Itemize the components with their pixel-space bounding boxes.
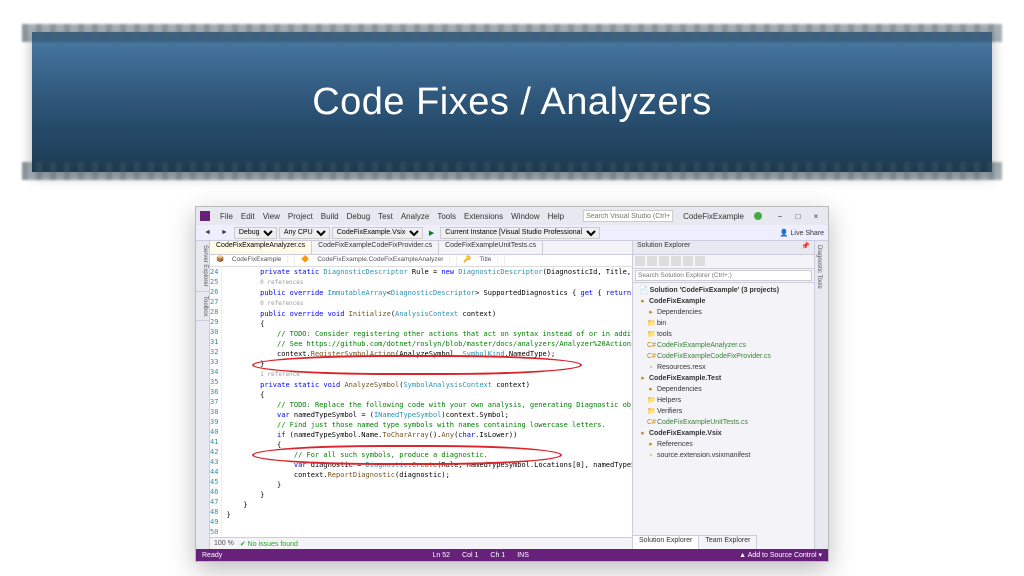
right-tool-tabs: Diagnostic Tools	[814, 241, 828, 549]
nav-class[interactable]: 🔶 CodeFixExample.CodeFixExampleAnalyzer	[295, 255, 457, 266]
tree-node[interactable]: ▫ Resources.resx	[635, 362, 812, 373]
config-dropdown[interactable]: Debug	[234, 227, 277, 239]
solexp-tab[interactable]: Solution Explorer	[633, 535, 699, 549]
editor-column: CodeFixExampleAnalyzer.csCodeFixExampleC…	[210, 241, 632, 549]
menu-analyze[interactable]: Analyze	[397, 212, 433, 221]
visual-studio-window: FileEditViewProjectBuildDebugTestAnalyze…	[195, 206, 829, 562]
solexp-title: Solution Explorer	[637, 242, 690, 253]
status-ch: Ch 1	[490, 552, 505, 559]
solexp-header: Solution Explorer 📌	[633, 241, 814, 255]
titlebar: FileEditViewProjectBuildDebugTestAnalyze…	[196, 207, 828, 225]
tree-node[interactable]: 📁 Helpers	[635, 395, 812, 406]
tree-node[interactable]: ▸ CodeFixExample.Test	[635, 373, 812, 384]
start-button[interactable]: ▶	[425, 228, 438, 238]
solexp-toolbar	[633, 255, 814, 269]
status-col: Col 1	[462, 552, 478, 559]
menu-project[interactable]: Project	[284, 212, 317, 221]
maximize-button[interactable]: □	[790, 212, 806, 221]
instance-dropdown[interactable]: Current Instance [Visual Studio Professi…	[440, 227, 600, 239]
slide-title: Code Fixes / Analyzers	[312, 81, 712, 124]
error-bar: 100 % ✔ No issues found	[210, 537, 632, 549]
nav-back-icon[interactable]: ◄	[200, 228, 215, 237]
solexp-refresh-icon[interactable]	[647, 256, 657, 266]
line-gutter: 2425262728293031323334353637383940414243…	[210, 267, 222, 537]
solexp-bottom-tabs: Solution ExplorerTeam Explorer	[633, 535, 814, 549]
menubar: FileEditViewProjectBuildDebugTestAnalyze…	[216, 212, 568, 221]
tool-tab-server-explorer[interactable]: Server Explorer	[196, 241, 209, 292]
menu-help[interactable]: Help	[544, 212, 568, 221]
menu-debug[interactable]: Debug	[343, 212, 375, 221]
main-toolbar: ◄ ► Debug Any CPU CodeFixExample.Vsix ▶ …	[196, 225, 828, 241]
solexp-pin-icon[interactable]: 📌	[801, 242, 810, 253]
solexp-collapse-icon[interactable]	[659, 256, 669, 266]
tree-node[interactable]: C# CodeFixExampleCodeFixProvider.cs	[635, 351, 812, 362]
navigation-bar: 📦 CodeFixExample 🔶 CodeFixExample.CodeFi…	[210, 255, 632, 267]
doc-tab[interactable]: CodeFixExampleUnitTests.cs	[439, 241, 543, 254]
status-bar: Ready Ln 52 Col 1 Ch 1 INS ▲ Add to Sour…	[196, 549, 828, 561]
tool-tab-toolbox[interactable]: Toolbox	[196, 292, 209, 322]
menu-test[interactable]: Test	[374, 212, 397, 221]
menu-view[interactable]: View	[259, 212, 284, 221]
left-tool-tabs: Server ExplorerToolbox	[196, 241, 210, 549]
code-editor[interactable]: 2425262728293031323334353637383940414243…	[210, 267, 632, 537]
solution-name-label: CodeFixExample	[683, 212, 744, 221]
search-vs-input[interactable]	[583, 210, 673, 222]
nav-fwd-icon[interactable]: ►	[217, 228, 232, 237]
solexp-home-icon[interactable]	[635, 256, 645, 266]
tree-node[interactable]: ▸ CodeFixExample.Vsix	[635, 428, 812, 439]
solexp-preview-icon[interactable]	[695, 256, 705, 266]
zoom-level[interactable]: 100 %	[214, 540, 234, 547]
close-button[interactable]: ×	[808, 212, 824, 221]
tree-node[interactable]: ▸ References	[635, 439, 812, 450]
slide-title-banner: Code Fixes / Analyzers	[32, 32, 992, 172]
solexp-search-input[interactable]	[635, 270, 812, 281]
source-control-button[interactable]: ▲ Add to Source Control ▾	[739, 551, 822, 559]
doc-tab[interactable]: CodeFixExampleAnalyzer.cs	[210, 241, 312, 254]
solexp-search	[633, 269, 814, 283]
menu-file[interactable]: File	[216, 212, 237, 221]
menu-tools[interactable]: Tools	[433, 212, 460, 221]
document-tabs: CodeFixExampleAnalyzer.csCodeFixExampleC…	[210, 241, 632, 255]
nav-member[interactable]: 🔑 Title	[457, 255, 505, 266]
issues-status[interactable]: ✔ No issues found	[240, 540, 298, 548]
solution-tree[interactable]: 📄 Solution 'CodeFixExample' (3 projects)…	[633, 283, 814, 535]
code-content[interactable]: private static DiagnosticDescriptor Rule…	[222, 267, 632, 537]
status-line: Ln 52	[433, 552, 451, 559]
window-buttons: − □ ×	[772, 212, 824, 221]
startup-dropdown[interactable]: CodeFixExample.Vsix	[332, 227, 423, 239]
status-ready: Ready	[202, 552, 222, 559]
tree-node[interactable]: ▸ Dependencies	[635, 384, 812, 395]
solexp-props-icon[interactable]	[683, 256, 693, 266]
menu-window[interactable]: Window	[507, 212, 543, 221]
minimize-button[interactable]: −	[772, 212, 788, 221]
tree-node[interactable]: 📁 tools	[635, 329, 812, 340]
solution-explorer: Solution Explorer 📌 📄 Solution 'CodeFixE…	[632, 241, 814, 549]
tree-node[interactable]: ▸ Dependencies	[635, 307, 812, 318]
tree-node[interactable]: 📁 Verifiers	[635, 406, 812, 417]
tree-node[interactable]: 📁 bin	[635, 318, 812, 329]
status-ins: INS	[517, 552, 529, 559]
tree-node[interactable]: C# CodeFixExampleAnalyzer.cs	[635, 340, 812, 351]
vs-logo-icon	[200, 211, 210, 221]
doc-tab[interactable]: CodeFixExampleCodeFixProvider.cs	[312, 241, 439, 254]
tree-node[interactable]: ▫ source.extension.vsixmanifest	[635, 450, 812, 461]
tree-node[interactable]: C# CodeFixExampleUnitTests.cs	[635, 417, 812, 428]
liveshare-button[interactable]: 👤 Live Share	[780, 229, 824, 237]
menu-build[interactable]: Build	[317, 212, 343, 221]
tree-node[interactable]: ▸ CodeFixExample	[635, 296, 812, 307]
nav-project[interactable]: 📦 CodeFixExample	[210, 255, 295, 266]
platform-dropdown[interactable]: Any CPU	[279, 227, 330, 239]
solexp-showall-icon[interactable]	[671, 256, 681, 266]
solexp-tab[interactable]: Team Explorer	[699, 535, 757, 549]
menu-edit[interactable]: Edit	[237, 212, 259, 221]
tool-tab-diagnostic-tools[interactable]: Diagnostic Tools	[815, 241, 823, 293]
menu-extensions[interactable]: Extensions	[460, 212, 507, 221]
solution-node[interactable]: 📄 Solution 'CodeFixExample' (3 projects)	[635, 285, 812, 296]
user-badge-icon[interactable]	[754, 212, 762, 220]
